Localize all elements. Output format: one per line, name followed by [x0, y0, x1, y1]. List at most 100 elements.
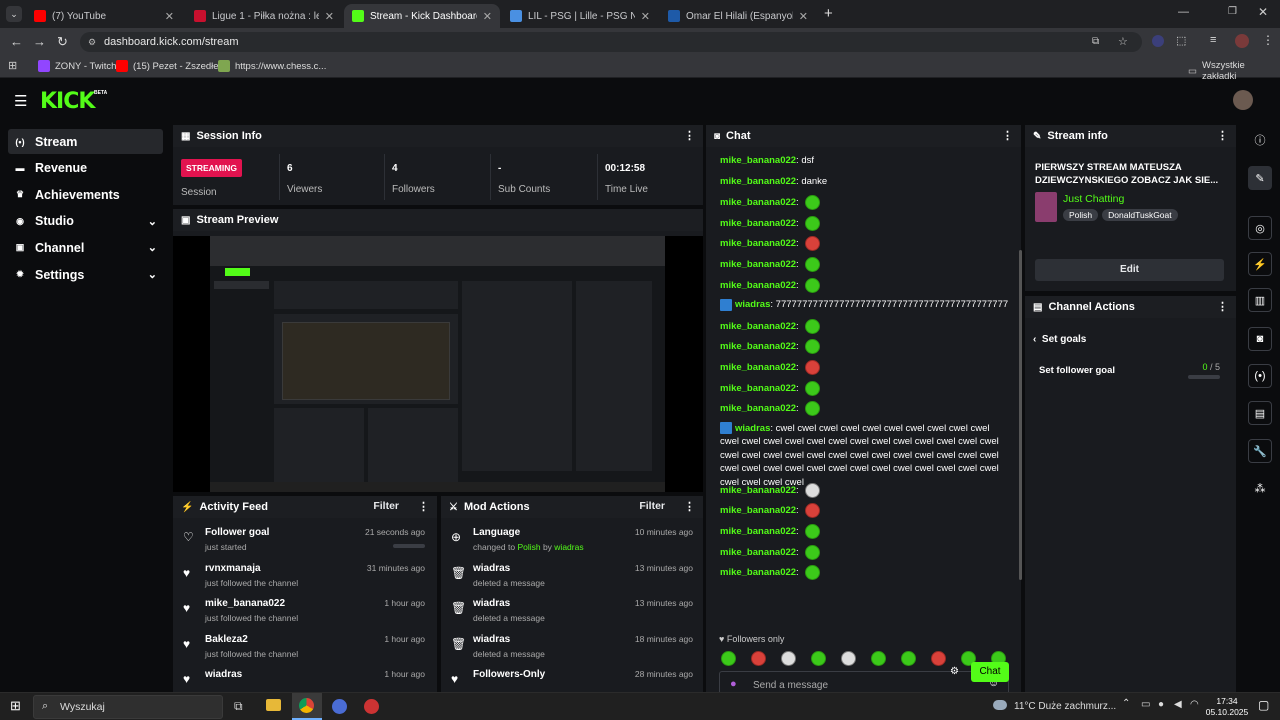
tray-chevron-icon[interactable]: ⌃	[1122, 698, 1130, 709]
all-bookmarks-button[interactable]: ▭ Wszystkie zakładki	[1188, 60, 1280, 82]
chat-message[interactable]: mike_banana022:	[720, 544, 1010, 560]
moderator-name[interactable]: wiadras	[554, 542, 583, 552]
quick-emote-icon[interactable]	[841, 651, 856, 666]
chat-username[interactable]: wiadras	[735, 423, 770, 434]
browser-tab[interactable]: (7) YouTube ✕	[26, 4, 182, 28]
bookmark-item[interactable]: (15) Pezet - Zszedłe...	[116, 60, 226, 72]
bookmark-star-icon[interactable]: ☆	[1118, 32, 1128, 52]
tab-search-button[interactable]: ⌄	[6, 6, 22, 22]
chat-username[interactable]: mike_banana022	[720, 505, 796, 516]
quick-emote-icon[interactable]	[901, 651, 916, 666]
share-icon[interactable]: ⁂	[1248, 476, 1272, 500]
chat-username[interactable]: mike_banana022	[720, 341, 796, 352]
url-input[interactable]: ⚙ dashboard.kick.com/stream ⧉ ☆	[80, 32, 1142, 52]
chat-username[interactable]: mike_banana022	[720, 280, 796, 291]
reading-list-icon[interactable]: ≡	[1210, 34, 1216, 46]
chat-username[interactable]: mike_banana022	[720, 362, 796, 373]
quick-emote-icon[interactable]	[781, 651, 796, 666]
extensions-puzzle-icon[interactable]: ⬚	[1176, 34, 1186, 47]
chat-username[interactable]: mike_banana022	[720, 176, 796, 187]
emote-icon[interactable]	[805, 277, 821, 293]
emote-icon[interactable]	[805, 195, 821, 211]
chat-message[interactable]: mike_banana022:	[720, 401, 1010, 417]
quick-emote-icon[interactable]	[871, 651, 886, 666]
mod-filter-button[interactable]: Filter	[639, 500, 665, 512]
chat-username[interactable]: mike_banana022	[720, 485, 796, 496]
chat-message[interactable]: mike_banana022: danke	[720, 175, 1010, 189]
browser-tab[interactable]: LIL - PSG | Lille - PSG NA ŻYWO ✕	[502, 4, 658, 28]
chat-username[interactable]: mike_banana022	[720, 197, 796, 208]
sidebar-item-channel[interactable]: ▣ Channel ⌄	[8, 235, 163, 260]
emote-icon[interactable]	[805, 339, 821, 355]
windows-start-icon[interactable]: ⊞	[10, 698, 21, 714]
chat-send-button[interactable]: Chat	[971, 662, 1009, 682]
quick-emote-icon[interactable]	[751, 651, 766, 666]
sidebar-item-stream[interactable]: (•) Stream	[8, 129, 163, 154]
sidebar-item-studio[interactable]: ◉ Studio ⌄	[8, 209, 163, 234]
chat-message[interactable]: wiadras: 7777777777777777777777777777777…	[720, 298, 1010, 312]
activity-item[interactable]: ♥ mike_banana022 just followed the channel…	[173, 595, 435, 631]
activity-filter-button[interactable]: Filter	[373, 500, 399, 512]
kebab-menu-icon[interactable]: ⋮	[418, 500, 429, 513]
mod-action-item[interactable]: ⊕ Language changed to Polish by wiadras 10 …	[441, 524, 703, 560]
clock[interactable]: 17:34 05.10.2025	[1205, 696, 1249, 718]
chat-message[interactable]: mike_banana022:	[720, 318, 1010, 334]
chat-message[interactable]: mike_banana022:	[720, 503, 1010, 519]
hamburger-menu-icon[interactable]: ☰	[14, 92, 27, 110]
extension-icon[interactable]	[1152, 35, 1164, 47]
chat-message[interactable]: mike_banana022:	[720, 339, 1010, 355]
broadcast-icon[interactable]: (•)	[1248, 364, 1272, 388]
activity-item[interactable]: ♥ Bakleza2 just followed the channel 1 hour…	[173, 631, 435, 667]
chat-username[interactable]: mike_banana022	[720, 547, 796, 558]
app-icon[interactable]	[332, 699, 347, 714]
chat-message[interactable]: mike_banana022: dsf	[720, 154, 1010, 168]
reload-icon[interactable]: ↻	[57, 34, 68, 50]
chat-username[interactable]: mike_banana022	[720, 321, 796, 332]
user-avatar[interactable]	[1233, 90, 1253, 110]
back-icon[interactable]: ←	[10, 34, 23, 49]
quick-emote-icon[interactable]	[721, 651, 736, 666]
emote-icon[interactable]	[805, 318, 821, 334]
mod-action-item[interactable]: 🗑 wiadras deleted a message 13 minutes ago	[441, 560, 703, 596]
taskbar-search[interactable]: ⌕ Wyszukaj	[33, 695, 223, 719]
new-tab-button[interactable]: +	[824, 5, 833, 22]
chat-username[interactable]: mike_banana022	[720, 155, 796, 166]
activity-item[interactable]: ♥ rvnxmanaja just followed the channel 31 m…	[173, 560, 435, 596]
pencil-icon[interactable]: ✎	[1248, 166, 1272, 190]
stream-preview-video[interactable]	[173, 236, 703, 492]
microphone-icon[interactable]: ●	[730, 678, 737, 690]
network-icon[interactable]: ▭	[1141, 699, 1150, 710]
site-info-icon[interactable]: ⚙	[88, 32, 96, 52]
chevron-down-icon[interactable]: ⌄	[148, 268, 157, 281]
browser-tab[interactable]: Ligue 1 - Piłka nożna : legalny k ✕	[186, 4, 342, 28]
volume-icon[interactable]: ◀	[1174, 699, 1182, 710]
chat-message[interactable]: mike_banana022:	[720, 565, 1010, 581]
chat-message[interactable]: mike_banana022:	[720, 236, 1010, 252]
chat-message[interactable]: mike_banana022:	[720, 277, 1010, 293]
kebab-menu-icon[interactable]: ⋮	[1002, 129, 1013, 142]
sidebar-item-achievements[interactable]: ♛ Achievements	[8, 182, 163, 207]
emote-icon[interactable]	[805, 565, 821, 581]
close-tab-icon[interactable]: ✕	[641, 10, 650, 23]
chat-username[interactable]: mike_banana022	[720, 218, 796, 229]
chat-username[interactable]: mike_banana022	[720, 403, 796, 414]
chat-username[interactable]: mike_banana022	[720, 526, 796, 537]
chat-message[interactable]: mike_banana022:	[720, 257, 1010, 272]
chrome-taskbar-button[interactable]	[292, 693, 322, 720]
browser-tab[interactable]: Stream - Kick Dashboard ✕	[344, 4, 500, 28]
emote-icon[interactable]	[805, 257, 821, 272]
emote-icon[interactable]	[805, 360, 821, 375]
close-tab-icon[interactable]: ✕	[325, 10, 334, 23]
emote-icon[interactable]	[805, 401, 821, 417]
translate-icon[interactable]: ⧉	[1092, 32, 1099, 52]
emote-icon[interactable]	[805, 524, 821, 539]
mic-tray-icon[interactable]: ●	[1158, 699, 1164, 710]
chat-message[interactable]: mike_banana022:	[720, 524, 1010, 539]
close-tab-icon[interactable]: ✕	[483, 10, 492, 23]
sidebar-item-revenue[interactable]: ▬ Revenue	[8, 156, 163, 181]
chat-username[interactable]: wiadras	[735, 299, 770, 310]
clipboard-icon[interactable]: ▥	[1248, 288, 1272, 312]
emote-icon[interactable]	[805, 236, 821, 252]
chat-username[interactable]: mike_banana022	[720, 259, 796, 270]
browser-tab[interactable]: Omar El Hilali (Espanyol) statyst ✕	[660, 4, 816, 28]
